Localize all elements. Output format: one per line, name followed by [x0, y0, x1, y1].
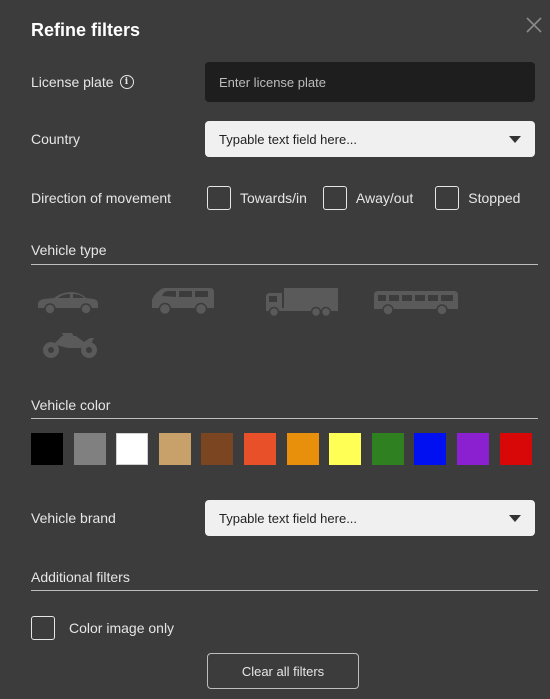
car-icon: [38, 292, 98, 315]
color-image-only-checkbox[interactable]: Color image only: [31, 616, 174, 640]
bus-icon: [374, 291, 458, 316]
license-plate-row: License plate i: [31, 74, 134, 90]
chevron-down-icon: [509, 514, 521, 522]
checkbox-label: Stopped: [468, 190, 521, 206]
vehicle-type-truck[interactable]: [264, 287, 340, 317]
divider: [31, 418, 538, 419]
license-plate-label: License plate: [31, 74, 114, 90]
direction-towards-checkbox[interactable]: Towards/in: [207, 186, 307, 210]
color-swatch-brown[interactable]: [201, 433, 234, 465]
panel-title: Refine filters: [31, 20, 141, 40]
license-plate-input[interactable]: [205, 62, 535, 102]
divider: [31, 590, 538, 591]
vehicle-type-bus[interactable]: [372, 289, 460, 317]
color-swatch-purple[interactable]: [456, 433, 489, 465]
vehicle-color-title: Vehicle color: [31, 397, 111, 413]
checkbox-box[interactable]: [207, 186, 231, 210]
country-dropdown[interactable]: Typable text field here...: [205, 121, 535, 157]
vehicle-type-title: Vehicle type: [31, 242, 107, 258]
color-swatch-green[interactable]: [371, 433, 404, 465]
color-swatch-gray[interactable]: [73, 433, 106, 465]
checkbox-label: Color image only: [69, 620, 175, 636]
direction-label: Direction of movement: [31, 190, 171, 206]
vehicle-brand-dropdown-value: Typable text field here...: [219, 510, 358, 526]
close-icon: [526, 17, 542, 33]
direction-options: Towards/in Away/out Stopped: [207, 186, 520, 210]
color-swatch-red[interactable]: [499, 433, 532, 465]
chevron-down-icon: [509, 135, 521, 143]
country-label-text: Country: [31, 131, 81, 147]
divider: [31, 264, 538, 265]
direction-label-text: Direction of movement: [31, 190, 172, 206]
direction-stopped-checkbox[interactable]: Stopped: [435, 186, 520, 210]
checkbox-label: Away/out: [355, 190, 414, 206]
color-swatch-black[interactable]: [31, 433, 63, 465]
color-swatch-beige[interactable]: [158, 433, 191, 465]
info-icon[interactable]: i: [119, 75, 134, 89]
truck-icon: [266, 288, 338, 317]
direction-away-checkbox[interactable]: Away/out: [322, 186, 414, 210]
checkbox-box[interactable]: [31, 616, 55, 640]
refine-filters-panel: Refine filters License plate i Country T…: [0, 0, 550, 699]
checkbox-label: Towards/in: [240, 190, 307, 206]
motorcycle-icon: [43, 333, 97, 358]
color-swatch-white[interactable]: [116, 433, 149, 465]
country-label: Country: [31, 131, 80, 147]
clear-all-filters-button[interactable]: Clear all filters: [207, 653, 359, 689]
vehicle-brand-label: Vehicle brand: [31, 510, 116, 526]
van-icon: [152, 288, 214, 316]
vehicle-type-motorcycle[interactable]: [40, 330, 100, 360]
vehicle-type-car[interactable]: [36, 290, 100, 316]
color-swatch-blue[interactable]: [414, 433, 447, 465]
country-dropdown-value: Typable text field here...: [219, 131, 358, 147]
vehicle-brand-dropdown[interactable]: Typable text field here...: [205, 500, 535, 536]
close-button[interactable]: [521, 12, 547, 38]
color-swatches: [31, 433, 532, 465]
color-swatch-red-orange[interactable]: [243, 433, 276, 465]
checkbox-box[interactable]: [322, 186, 347, 210]
color-swatch-yellow[interactable]: [329, 433, 362, 465]
color-swatch-orange[interactable]: [286, 433, 319, 465]
vehicle-brand-label-text: Vehicle brand: [31, 510, 116, 526]
additional-filters-title: Additional filters: [31, 569, 130, 585]
checkbox-box[interactable]: [435, 186, 460, 210]
vehicle-type-van[interactable]: [150, 286, 216, 316]
